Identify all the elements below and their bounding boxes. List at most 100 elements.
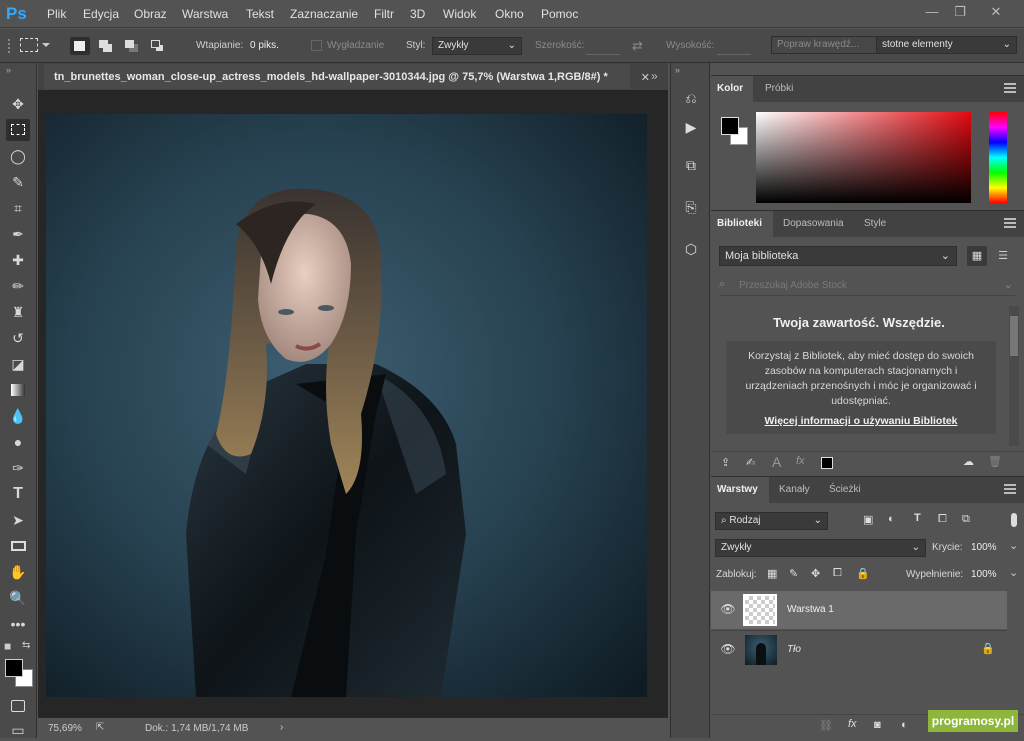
document-tab[interactable]: tn_brunettes_woman_close-up_actress_mode…: [44, 64, 650, 89]
menu-file[interactable]: Plik: [47, 7, 66, 21]
eyedropper-icon[interactable]: ✒: [6, 223, 30, 245]
zoom-level[interactable]: 75,69%: [48, 723, 82, 734]
marquee-preset-icon[interactable]: [20, 38, 38, 52]
scrollbar[interactable]: [1009, 306, 1019, 446]
menu-image[interactable]: Obraz: [134, 7, 167, 21]
dodge-icon[interactable]: ●: [6, 431, 30, 453]
close-tab-icon[interactable]: ✕: [641, 71, 650, 84]
swap-icon[interactable]: ⇄: [632, 38, 643, 54]
stock-search[interactable]: ⌕ Przeszukaj Adobe Stock ⌄: [719, 274, 1015, 296]
menu-select[interactable]: Zaznaczanie: [290, 7, 358, 21]
new-selection-button[interactable]: [70, 37, 90, 55]
menu-filter[interactable]: Filtr: [374, 7, 394, 21]
chevron-right-icon[interactable]: ›: [280, 722, 283, 733]
chevron-down-icon[interactable]: [42, 43, 50, 47]
tab-layers[interactable]: Warstwy: [711, 477, 769, 503]
foreground-color-swatch[interactable]: [5, 659, 23, 677]
filter-adjustment-icon[interactable]: ◐: [888, 513, 895, 525]
move-icon[interactable]: ✥: [6, 93, 30, 115]
cube-icon[interactable]: ⬡: [681, 239, 701, 259]
fx-icon[interactable]: fx: [796, 455, 805, 467]
layer-row[interactable]: 👁 Tło 🔒: [711, 630, 1007, 668]
tab-swatches[interactable]: Próbki: [759, 76, 799, 102]
layer-name[interactable]: Tło: [787, 644, 801, 655]
add-graphic-icon[interactable]: ✍: [746, 456, 755, 469]
filter-type-icon[interactable]: T: [914, 512, 921, 524]
panel-menu-icon[interactable]: [1004, 484, 1016, 494]
collapse-toolbar-icon[interactable]: »: [6, 65, 11, 75]
eye-icon[interactable]: 👁: [720, 642, 736, 658]
menu-view[interactable]: Widok: [443, 7, 476, 21]
filter-pixel-icon[interactable]: ▣: [863, 513, 873, 526]
link-layers-icon[interactable]: ⛓: [819, 719, 833, 732]
hand-icon[interactable]: ✋: [6, 561, 30, 583]
workspace-select[interactable]: stotne elementy ⌄: [876, 36, 1017, 54]
eraser-icon[interactable]: ◪: [6, 353, 30, 375]
blend-mode-select[interactable]: Zwykły ⌄: [715, 539, 926, 557]
fill-input[interactable]: 100%: [971, 569, 997, 580]
add-mask-icon[interactable]: ◙: [874, 719, 881, 731]
swap-colors-icon[interactable]: ⇆: [22, 640, 30, 651]
lasso-icon[interactable]: ◯: [6, 145, 30, 167]
color-field[interactable]: [756, 112, 971, 203]
stamp-icon[interactable]: ♜: [6, 301, 30, 323]
close-icon[interactable]: ✕: [982, 2, 1010, 22]
paragraph-icon[interactable]: ⎘: [681, 197, 701, 217]
filter-smart-icon[interactable]: ⧉: [962, 513, 970, 526]
tab-libraries[interactable]: Biblioteki: [711, 211, 773, 237]
add-selection-button[interactable]: [96, 37, 116, 55]
intersect-selection-button[interactable]: [148, 37, 168, 55]
rectangle-icon[interactable]: [6, 535, 30, 557]
subtract-selection-button[interactable]: [122, 37, 142, 55]
collapse-panels-icon[interactable]: »: [651, 69, 658, 83]
menu-layer[interactable]: Warstwa: [182, 7, 228, 21]
grid-view-icon[interactable]: ▦: [967, 246, 987, 266]
zoom-icon[interactable]: 🔍: [6, 587, 30, 609]
libraries-link[interactable]: Więcej informacji o używaniu Bibliotek: [738, 414, 984, 429]
chevron-down-icon[interactable]: ⌄: [1009, 539, 1018, 552]
menu-help[interactable]: Pomoc: [541, 7, 578, 21]
menu-edit[interactable]: Edycja: [83, 7, 119, 21]
crop-icon[interactable]: ⌗: [6, 197, 30, 219]
layer-name[interactable]: Warstwa 1: [787, 604, 834, 615]
library-select[interactable]: Moja biblioteka ⌄: [719, 246, 957, 266]
type-icon[interactable]: T: [6, 483, 30, 505]
default-colors-icon[interactable]: ◼: [4, 641, 11, 652]
add-color-icon[interactable]: [821, 457, 833, 469]
canvas-photo[interactable]: [46, 114, 647, 697]
more-icon[interactable]: •••: [6, 613, 30, 635]
collapse-icon[interactable]: »: [675, 65, 680, 75]
feather-input[interactable]: 0 piks.: [250, 40, 279, 51]
list-view-icon[interactable]: ☰: [993, 246, 1013, 266]
antialias-checkbox[interactable]: [311, 40, 322, 51]
lock-transparency-icon[interactable]: ▦: [767, 567, 777, 580]
chevron-down-icon[interactable]: ⌄: [1009, 566, 1018, 579]
eye-icon[interactable]: 👁: [720, 602, 736, 618]
quick-mask-icon[interactable]: [6, 695, 30, 717]
blur-icon[interactable]: 💧: [6, 405, 30, 427]
marquee-icon[interactable]: [6, 119, 30, 141]
style-select[interactable]: Zwykły ⌄: [432, 37, 522, 55]
opacity-input[interactable]: 100%: [971, 542, 997, 553]
menu-3d[interactable]: 3D: [410, 7, 425, 21]
creative-cloud-icon[interactable]: ☁: [963, 455, 974, 468]
lock-pixels-icon[interactable]: ✎: [789, 567, 798, 580]
healing-icon[interactable]: ✚: [6, 249, 30, 271]
panel-menu-icon[interactable]: [1004, 218, 1016, 228]
tab-color[interactable]: Kolor: [711, 76, 753, 102]
quick-select-icon[interactable]: ✎: [6, 171, 30, 193]
refine-edge-button[interactable]: Popraw krawędź...: [771, 36, 881, 54]
gradient-icon[interactable]: [6, 379, 30, 401]
path-select-icon[interactable]: ➤: [6, 509, 30, 531]
menu-type[interactable]: Tekst: [246, 7, 274, 21]
minimize-icon[interactable]: —: [918, 2, 946, 22]
fx-icon[interactable]: fx: [848, 718, 857, 730]
brush-icon[interactable]: ✏: [6, 275, 30, 297]
panel-menu-icon[interactable]: [1004, 83, 1016, 93]
menu-window[interactable]: Okno: [495, 7, 524, 21]
trash-icon[interactable]: 🗑: [988, 455, 1002, 468]
layer-row[interactable]: 👁 Warstwa 1: [711, 591, 1007, 629]
height-input[interactable]: [717, 54, 751, 55]
history-brush-icon[interactable]: ↺: [6, 327, 30, 349]
3d-layers-icon[interactable]: ⧉: [681, 155, 701, 175]
